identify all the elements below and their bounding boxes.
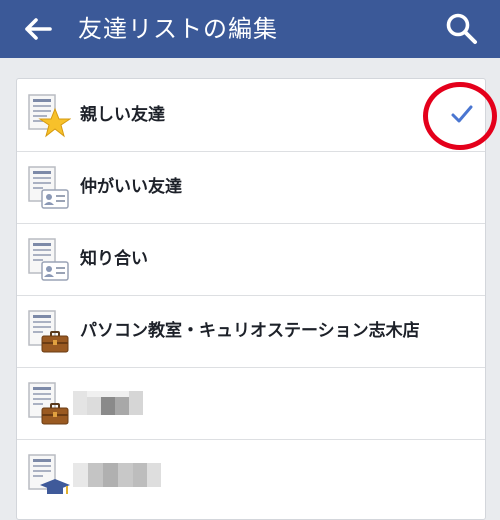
redacted-label: [73, 463, 161, 491]
list-contact-card-icon: [27, 237, 71, 283]
list-item-label: パソコン教室・キュリオステーション志木店: [80, 321, 420, 341]
list-item-label: 親しい友達: [80, 105, 165, 125]
list-graduation-cap-icon: [27, 453, 71, 499]
list-item-close-friends[interactable]: 親しい友達: [17, 79, 497, 152]
list-contact-card-icon: [27, 165, 71, 211]
search-icon[interactable]: [444, 11, 480, 47]
back-arrow-icon[interactable]: [22, 12, 56, 46]
list-item-label: 仲がいい友達: [80, 177, 182, 197]
list-item-redacted[interactable]: [17, 439, 485, 511]
list-briefcase-icon: [27, 309, 71, 355]
list-star-icon: [27, 93, 72, 139]
list-item-work[interactable]: パソコン教室・キュリオステーション志木店: [17, 295, 485, 368]
list-briefcase-icon: [27, 381, 71, 427]
list-item-acquaintances[interactable]: 知り合い: [17, 223, 485, 296]
list-item-label: 知り合い: [80, 249, 148, 269]
list-item-redacted[interactable]: [17, 367, 485, 440]
redacted-label: [73, 391, 143, 419]
app-header: 友達リストの編集: [0, 0, 500, 58]
friend-list-container: 親しい友達 仲がいい友達 知り合い パソコン教室・キュリオステーション志木店: [16, 78, 497, 520]
page-title: 友達リストの編集: [78, 15, 278, 43]
list-item-good-friends[interactable]: 仲がいい友達: [17, 151, 485, 224]
highlight-circle: [423, 82, 497, 150]
